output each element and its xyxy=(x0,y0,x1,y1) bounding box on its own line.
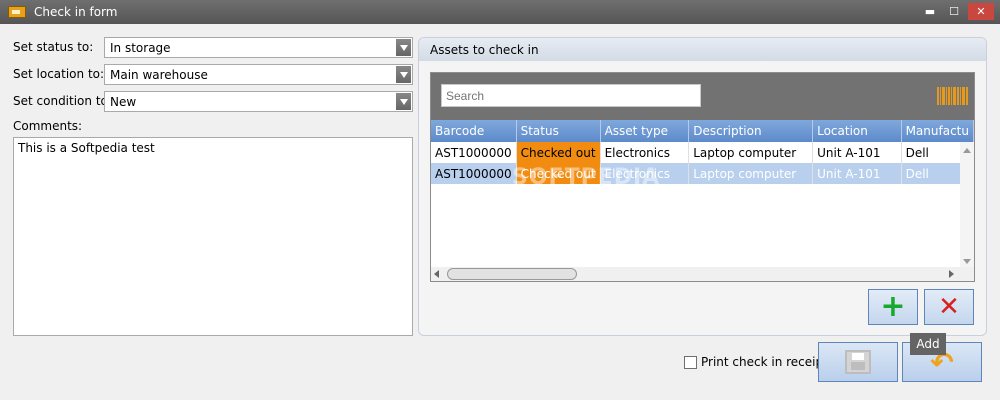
search-bar xyxy=(431,73,974,120)
condition-dropdown[interactable]: New xyxy=(104,91,413,112)
scroll-left-icon[interactable] xyxy=(434,270,439,278)
print-receipt-option[interactable]: Print check in receipt xyxy=(684,355,828,369)
condition-label: Set condition to: xyxy=(13,94,112,108)
floppy-disk-icon xyxy=(845,350,871,374)
location-label: Set location to: xyxy=(13,67,105,81)
cell-barcode: AST1000000 xyxy=(431,163,517,184)
assets-group-title: Assets to check in xyxy=(419,38,986,61)
save-button[interactable] xyxy=(818,342,898,382)
cell-status: Checked out xyxy=(516,142,601,163)
table-header-row: Barcode Status Asset type Description Lo… xyxy=(431,120,974,142)
cell-asset-type: Electronics xyxy=(600,142,690,163)
column-header-manufacturer[interactable]: Manufactu xyxy=(901,120,974,142)
print-receipt-label: Print check in receipt xyxy=(701,355,828,369)
title-bar: Check in form ▬ ☐ ✕ xyxy=(0,0,1000,24)
add-tooltip: Add xyxy=(910,333,946,355)
column-header-asset-type[interactable]: Asset type xyxy=(600,120,690,142)
chevron-down-icon[interactable] xyxy=(396,93,411,110)
minimize-button[interactable]: ▬ xyxy=(920,3,940,20)
column-header-description[interactable]: Description xyxy=(688,120,814,142)
condition-value: New xyxy=(110,94,137,109)
comments-textarea[interactable]: This is a Softpedia test xyxy=(13,137,413,336)
cross-icon: ✕ xyxy=(938,292,960,322)
scrollbar-thumb[interactable] xyxy=(447,268,577,280)
table-row[interactable]: AST1000000 Checked out Electronics Lapto… xyxy=(431,142,974,163)
print-receipt-checkbox[interactable] xyxy=(684,355,697,369)
vertical-scrollbar[interactable] xyxy=(960,142,974,268)
window-controls: ▬ ☐ ✕ xyxy=(920,3,994,20)
column-header-status[interactable]: Status xyxy=(516,120,601,142)
cell-location: Unit A-101 xyxy=(812,163,902,184)
comments-label: Comments: xyxy=(13,119,83,133)
watermark: SOFTPEDIA xyxy=(512,165,661,190)
app-icon xyxy=(8,6,26,18)
scroll-down-icon[interactable] xyxy=(963,259,971,264)
location-dropdown[interactable]: Main warehouse xyxy=(104,64,413,85)
plus-icon: + xyxy=(880,289,906,324)
status-dropdown[interactable]: In storage xyxy=(104,37,413,58)
cell-description: Laptop computer xyxy=(688,142,814,163)
window-title: Check in form xyxy=(34,5,118,19)
chevron-down-icon[interactable] xyxy=(396,39,411,56)
barcode-icon[interactable] xyxy=(937,87,968,105)
maximize-button[interactable]: ☐ xyxy=(944,3,964,20)
search-input[interactable] xyxy=(441,84,701,107)
scroll-up-icon[interactable] xyxy=(963,148,971,153)
location-value: Main warehouse xyxy=(110,67,208,82)
status-value: In storage xyxy=(110,40,171,55)
cell-description: Laptop computer xyxy=(688,163,814,184)
scroll-right-icon[interactable] xyxy=(949,270,954,278)
remove-asset-button[interactable]: ✕ xyxy=(924,289,974,325)
chevron-down-icon[interactable] xyxy=(396,66,411,83)
status-label: Set status to: xyxy=(13,40,94,54)
add-asset-button[interactable]: + xyxy=(868,289,918,325)
cell-location: Unit A-101 xyxy=(812,142,902,163)
column-header-location[interactable]: Location xyxy=(812,120,902,142)
cell-barcode: AST1000000 xyxy=(431,142,517,163)
horizontal-scrollbar[interactable] xyxy=(431,267,974,281)
column-header-barcode[interactable]: Barcode xyxy=(431,120,517,142)
close-button[interactable]: ✕ xyxy=(968,3,994,20)
